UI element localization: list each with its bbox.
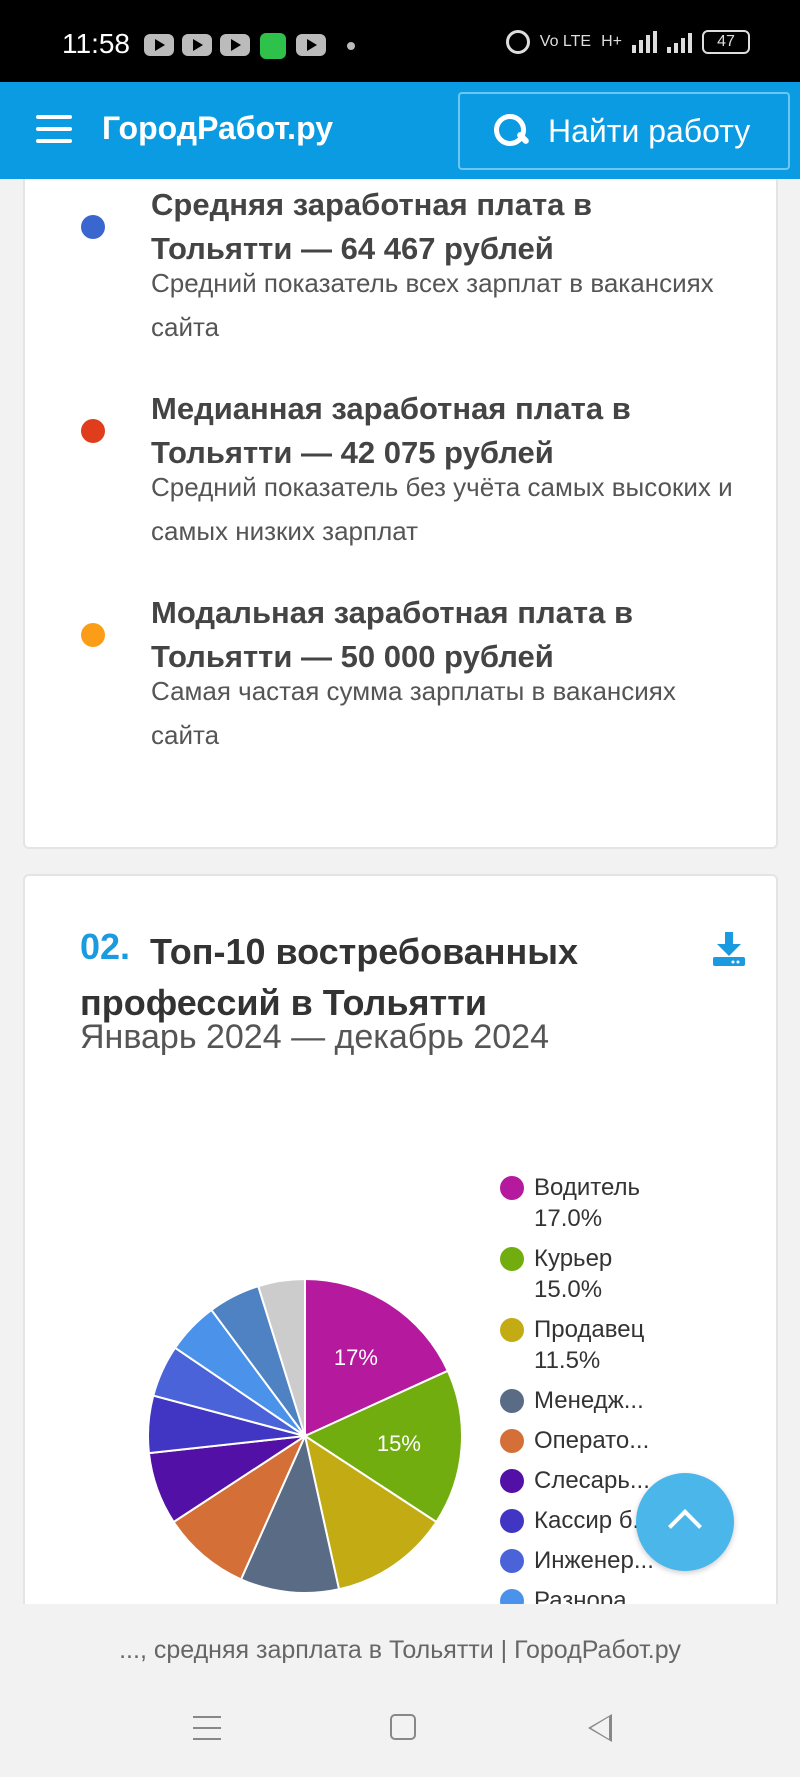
download-icon[interactable] bbox=[713, 932, 745, 966]
signal-icon bbox=[632, 31, 657, 53]
stat-title: Медианная заработная плата в Тольятти — … bbox=[151, 391, 631, 470]
median-dot-icon bbox=[81, 419, 105, 443]
legend-swatch bbox=[500, 1429, 524, 1453]
battery-icon: 47 bbox=[702, 30, 750, 54]
section-title: Топ-10 востребованных профессий в Тольят… bbox=[80, 931, 579, 1023]
mode-dot-icon bbox=[81, 623, 105, 647]
system-nav-bar bbox=[0, 1684, 800, 1777]
find-job-button[interactable]: Найти работу bbox=[458, 92, 790, 170]
average-dot-icon bbox=[81, 215, 105, 239]
legend-label: Курьер bbox=[534, 1245, 613, 1272]
legend-item[interactable]: Продавец 11.5% bbox=[500, 1314, 680, 1376]
youtube-notification-icon bbox=[182, 34, 212, 56]
section-number: 02. bbox=[80, 926, 131, 967]
legend-item[interactable]: Водитель 17.0% bbox=[500, 1172, 680, 1234]
more-notifications-icon bbox=[347, 42, 355, 50]
legend-label: Продавец bbox=[534, 1316, 645, 1343]
legend-item[interactable]: Курьер 15.0% bbox=[500, 1243, 680, 1305]
youtube-notification-icon bbox=[144, 34, 174, 56]
search-icon bbox=[494, 114, 528, 148]
stat-desc: Средний показатель всех зарплат в ваканс… bbox=[151, 268, 714, 342]
stat-title: Модальная заработная плата в Тольятти — … bbox=[151, 595, 634, 674]
recent-apps-icon[interactable] bbox=[193, 1716, 221, 1749]
legend-swatch bbox=[500, 1389, 524, 1413]
section-subtitle: Январь 2024 — декабрь 2024 bbox=[80, 1018, 549, 1056]
youtube-notification-icon bbox=[296, 34, 326, 56]
volte-icon: Vo LTE bbox=[539, 33, 592, 50]
legend-swatch bbox=[500, 1469, 524, 1493]
alarm-icon bbox=[505, 30, 530, 54]
legend-label: Водитель bbox=[534, 1174, 641, 1201]
chart-legend: Водитель 17.0% Курьер 15.0% Продавец 11.5% Мен… bbox=[500, 1172, 680, 1652]
site-header: ГородРабот.ру Найти работу bbox=[0, 82, 800, 179]
stat-title: Средняя заработная плата в Тольятти — 64… bbox=[151, 187, 593, 266]
home-icon[interactable] bbox=[390, 1714, 416, 1740]
legend-value: 17.0% bbox=[534, 1205, 603, 1232]
legend-item[interactable]: Менедж... bbox=[500, 1385, 680, 1416]
app-notification-icon bbox=[260, 33, 286, 59]
legend-label: Менедж... bbox=[534, 1387, 644, 1414]
pie-slice-label: 15% bbox=[377, 1431, 421, 1456]
back-icon[interactable] bbox=[588, 1714, 612, 1742]
pie-slice-label: 17% bbox=[334, 1345, 378, 1370]
legend-swatch bbox=[500, 1549, 524, 1573]
signal-icon-2 bbox=[667, 31, 692, 53]
scroll-to-top-button[interactable] bbox=[636, 1473, 734, 1571]
status-time: 11:58 bbox=[62, 28, 130, 59]
legend-value: 11.5% bbox=[534, 1347, 601, 1374]
legend-swatch bbox=[500, 1176, 524, 1200]
professions-pie-chart: 17% 15% bbox=[147, 1277, 463, 1594]
browser-page-title[interactable]: ..., средняя зарплата в Тольятти | Город… bbox=[0, 1604, 800, 1684]
stat-desc: Самая частая сумма зарплаты в вакансиях … bbox=[151, 676, 676, 750]
legend-value: 15.0% bbox=[534, 1276, 603, 1303]
youtube-notification-icon bbox=[220, 34, 250, 56]
legend-item[interactable]: Операто... bbox=[500, 1425, 680, 1456]
salary-stats-card: Средняя заработная плата в Тольятти — 64… bbox=[23, 179, 778, 849]
find-job-label: Найти работу bbox=[548, 112, 751, 149]
legend-swatch bbox=[500, 1247, 524, 1271]
site-logo[interactable]: ГородРабот.ру bbox=[102, 110, 333, 147]
legend-label: Операто... bbox=[534, 1427, 650, 1454]
legend-swatch bbox=[500, 1509, 524, 1533]
stat-desc: Средний показатель без учёта самых высок… bbox=[151, 472, 733, 546]
network-type: H+ bbox=[601, 33, 622, 50]
hamburger-menu-icon[interactable] bbox=[36, 115, 72, 145]
status-bar: 11:58 Vo LTE H+ 47 bbox=[0, 0, 800, 82]
legend-swatch bbox=[500, 1318, 524, 1342]
